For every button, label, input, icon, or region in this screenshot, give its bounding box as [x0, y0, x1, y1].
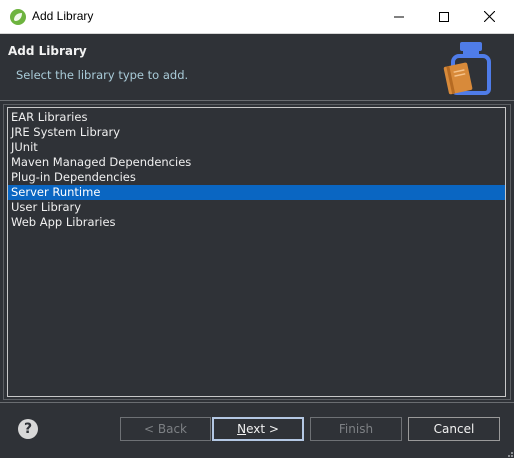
list-item-plug-in-dependencies[interactable]: Plug-in Dependencies — [8, 170, 505, 185]
list-item-maven-managed-dependencies[interactable]: Maven Managed Dependencies — [8, 155, 505, 170]
resize-grip-icon[interactable] — [504, 448, 514, 458]
next-label: ext > — [246, 422, 279, 436]
list-item-server-runtime[interactable]: Server Runtime — [8, 185, 505, 200]
help-icon[interactable]: ? — [18, 419, 38, 439]
finish-button[interactable]: Finish — [310, 417, 402, 441]
wizard-header: Add Library Select the library type to a… — [0, 34, 514, 100]
cancel-button[interactable]: Cancel — [408, 417, 500, 441]
close-button[interactable] — [466, 0, 512, 33]
page-description: Select the library type to add. — [16, 68, 189, 82]
close-icon — [483, 11, 495, 22]
list-item-user-library[interactable]: User Library — [8, 200, 505, 215]
maximize-icon — [439, 11, 449, 22]
minimize-button[interactable] — [376, 0, 422, 33]
library-jar-icon — [443, 42, 491, 95]
back-button[interactable]: < Back — [120, 417, 211, 441]
list-item-ear-libraries[interactable]: EAR Libraries — [8, 110, 505, 125]
list-item-junit[interactable]: JUnit — [8, 140, 505, 155]
page-title: Add Library — [8, 44, 87, 58]
list-item-web-app-libraries[interactable]: Web App Libraries — [8, 215, 505, 230]
list-item-jre-system-library[interactable]: JRE System Library — [8, 125, 505, 140]
window-title: Add Library — [32, 9, 94, 23]
next-button[interactable]: Next > — [212, 417, 304, 441]
next-mnemonic: N — [237, 422, 247, 436]
title-bar[interactable]: Add Library — [0, 0, 514, 34]
library-type-list[interactable]: EAR Libraries JRE System Library JUnit M… — [7, 107, 506, 397]
spring-leaf-icon — [10, 9, 26, 25]
minimize-icon — [394, 16, 404, 17]
header-divider — [0, 100, 514, 101]
maximize-button[interactable] — [421, 0, 467, 33]
footer-divider — [0, 402, 514, 403]
